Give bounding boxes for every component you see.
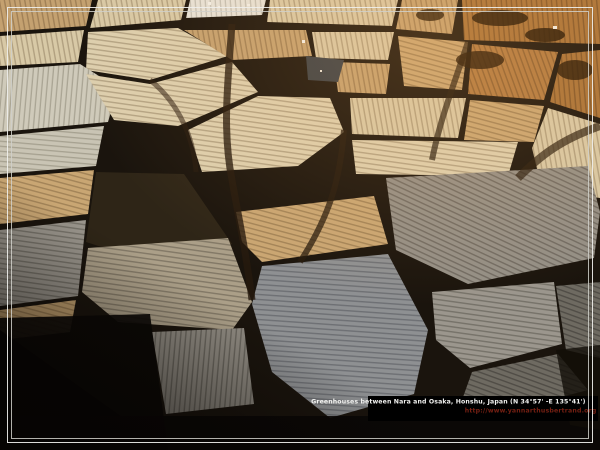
caption-title: Greenhouses between Nara and Osaka, Hons… xyxy=(312,399,586,405)
caption-bar: Greenhouses between Nara and Osaka, Hons… xyxy=(368,396,598,421)
caption-url: http://www.yannarthusbertrand.org xyxy=(464,408,596,414)
photo-shadows-and-light xyxy=(0,0,600,450)
wallpaper-stage: Greenhouses between Nara and Osaka, Hons… xyxy=(0,0,600,450)
aerial-photo-greenhouses xyxy=(0,0,600,450)
